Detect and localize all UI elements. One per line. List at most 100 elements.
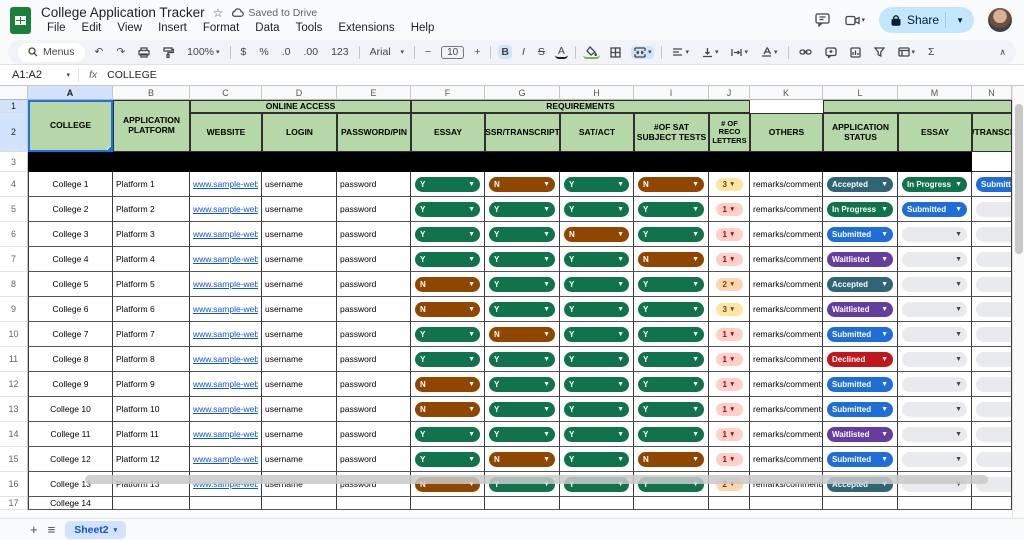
cell-platform[interactable]: Platform 12 [113, 447, 190, 472]
ssr-dropdown[interactable]: Y ▼ [485, 247, 560, 272]
comment-history-icon[interactable] [814, 13, 831, 27]
ssr-status-dropdown[interactable]: ▼ [972, 397, 1012, 422]
essay-status-dropdown[interactable]: ▼ [898, 222, 972, 247]
cell-platform[interactable]: Platform 6 [113, 297, 190, 322]
row-header-12[interactable]: 12 [0, 372, 28, 397]
strikethrough-button[interactable]: S [535, 45, 548, 59]
cell-platform-header[interactable]: APPLICATION PLATFORM [113, 100, 190, 152]
cell-empty[interactable] [634, 497, 709, 510]
essay-dropdown[interactable]: N ▼ [411, 372, 485, 397]
application-status-dropdown[interactable]: Submitted ▼ [823, 372, 898, 397]
horizontal-scrollbar[interactable] [85, 475, 988, 484]
row-header-3[interactable]: 3 [0, 152, 28, 172]
cell-password[interactable]: password [337, 197, 411, 222]
reco-letters-dropdown[interactable]: 3 ▼ [709, 297, 750, 322]
essay-status-dropdown[interactable]: ▼ [898, 297, 972, 322]
cell-empty[interactable] [190, 497, 262, 510]
row-header-5[interactable]: 5 [0, 197, 28, 222]
insert-chart-button[interactable] [847, 46, 864, 59]
cell-college-header[interactable]: COLLEGE [28, 100, 113, 152]
black-divider-cells[interactable] [28, 152, 972, 172]
horizontal-align-button[interactable]: ▾ [669, 47, 692, 58]
application-status-dropdown[interactable]: Submitted ▼ [823, 322, 898, 347]
ssr-dropdown[interactable]: N ▼ [485, 447, 560, 472]
application-status-dropdown[interactable]: In Progress ▼ [823, 197, 898, 222]
cell-website[interactable]: www.sample-websit [190, 247, 262, 272]
decrease-decimals-button[interactable]: .0 [279, 45, 294, 59]
row-header-1[interactable]: 1 [0, 100, 28, 113]
menu-file[interactable]: File [41, 21, 72, 35]
menu-extensions[interactable]: Extensions [332, 21, 400, 35]
cell-sat-subject-header[interactable]: #OF SAT SUBJECT TESTS [634, 113, 709, 152]
cell-platform[interactable]: Platform 4 [113, 247, 190, 272]
essay-dropdown[interactable]: Y ▼ [411, 247, 485, 272]
ssr-dropdown[interactable]: Y ▼ [485, 422, 560, 447]
menu-help[interactable]: Help [405, 21, 441, 35]
ssr-dropdown[interactable]: Y ▼ [485, 297, 560, 322]
decrease-font-button[interactable]: − [422, 45, 434, 59]
cell-password[interactable]: password [337, 272, 411, 297]
cell-empty[interactable] [823, 497, 898, 510]
insert-comment-button[interactable] [822, 46, 840, 59]
cell-others[interactable]: remarks/comments [750, 272, 823, 297]
cell-essay-header[interactable]: ESSAY [411, 113, 485, 152]
more-formats-button[interactable]: 123 [328, 45, 352, 59]
sat-dropdown[interactable]: Y ▼ [560, 347, 634, 372]
reco-letters-dropdown[interactable]: 1 ▼ [709, 397, 750, 422]
cell-login[interactable]: username [262, 247, 337, 272]
cell-college[interactable]: College 2 [28, 197, 113, 222]
row-header-17[interactable]: 17 [0, 497, 28, 510]
application-status-dropdown[interactable]: Declined ▼ [823, 347, 898, 372]
ssr-dropdown[interactable]: Y ▼ [485, 272, 560, 297]
essay-status-dropdown[interactable]: ▼ [898, 397, 972, 422]
cell-college[interactable]: College 3 [28, 222, 113, 247]
sat-subject-dropdown[interactable]: Y ▼ [634, 372, 709, 397]
row-header-6[interactable]: 6 [0, 222, 28, 247]
reco-letters-dropdown[interactable]: 1 ▼ [709, 372, 750, 397]
essay-dropdown[interactable]: N ▼ [411, 397, 485, 422]
ssr-status-dropdown[interactable]: ▼ [972, 372, 1012, 397]
cell-password[interactable]: password [337, 222, 411, 247]
cell-empty[interactable] [972, 497, 1012, 510]
cell-ssr-status-header[interactable]: SSR/TRANSCRIPT [972, 113, 1012, 152]
increase-font-button[interactable]: + [471, 45, 483, 59]
ssr-dropdown[interactable]: Y ▼ [485, 397, 560, 422]
reco-letters-dropdown[interactable]: 1 ▼ [709, 347, 750, 372]
sat-subject-dropdown[interactable]: Y ▼ [634, 272, 709, 297]
insert-link-button[interactable] [796, 47, 815, 57]
borders-button[interactable] [607, 46, 624, 59]
column-header-e[interactable]: E [337, 86, 411, 100]
format-currency-button[interactable]: $ [238, 45, 250, 59]
select-all-corner[interactable] [0, 86, 28, 100]
cell-login[interactable]: username [262, 172, 337, 197]
cell-college[interactable]: College 12 [28, 447, 113, 472]
cell-platform[interactable]: Platform 11 [113, 422, 190, 447]
sat-subject-dropdown[interactable]: Y ▼ [634, 222, 709, 247]
sheets-logo-icon[interactable] [10, 6, 31, 34]
sat-subject-dropdown[interactable]: N ▼ [634, 447, 709, 472]
italic-button[interactable]: I [519, 45, 528, 59]
sat-dropdown[interactable]: Y ▼ [560, 297, 634, 322]
essay-dropdown[interactable]: N ▼ [411, 272, 485, 297]
cell-ssr-header[interactable]: SSR/TRANSCRIPT [485, 113, 560, 152]
cell-password[interactable]: password [337, 397, 411, 422]
cell-others[interactable]: remarks/comments [750, 172, 823, 197]
cell-login[interactable]: username [262, 372, 337, 397]
website-link[interactable]: www.sample-websit [193, 454, 258, 464]
application-status-dropdown[interactable]: Accepted ▼ [823, 272, 898, 297]
cell-others[interactable]: remarks/comments [750, 222, 823, 247]
cell-requirements-header[interactable]: REQUIREMENTS [411, 100, 750, 113]
essay-dropdown[interactable]: N ▼ [411, 297, 485, 322]
cell-college[interactable]: College 4 [28, 247, 113, 272]
column-header-b[interactable]: B [113, 86, 190, 100]
menu-data[interactable]: Data [249, 21, 285, 35]
website-link[interactable]: www.sample-websit [193, 379, 258, 389]
sat-dropdown[interactable]: Y ▼ [560, 197, 634, 222]
cell-empty[interactable] [750, 497, 823, 510]
sat-dropdown[interactable]: Y ▼ [560, 322, 634, 347]
website-link[interactable]: www.sample-websit [193, 204, 258, 214]
website-link[interactable]: www.sample-websit [193, 279, 258, 289]
cell-essay-status-header[interactable]: ESSAY [898, 113, 972, 152]
cell-website[interactable]: www.sample-websit [190, 372, 262, 397]
cell-empty[interactable] [411, 497, 485, 510]
